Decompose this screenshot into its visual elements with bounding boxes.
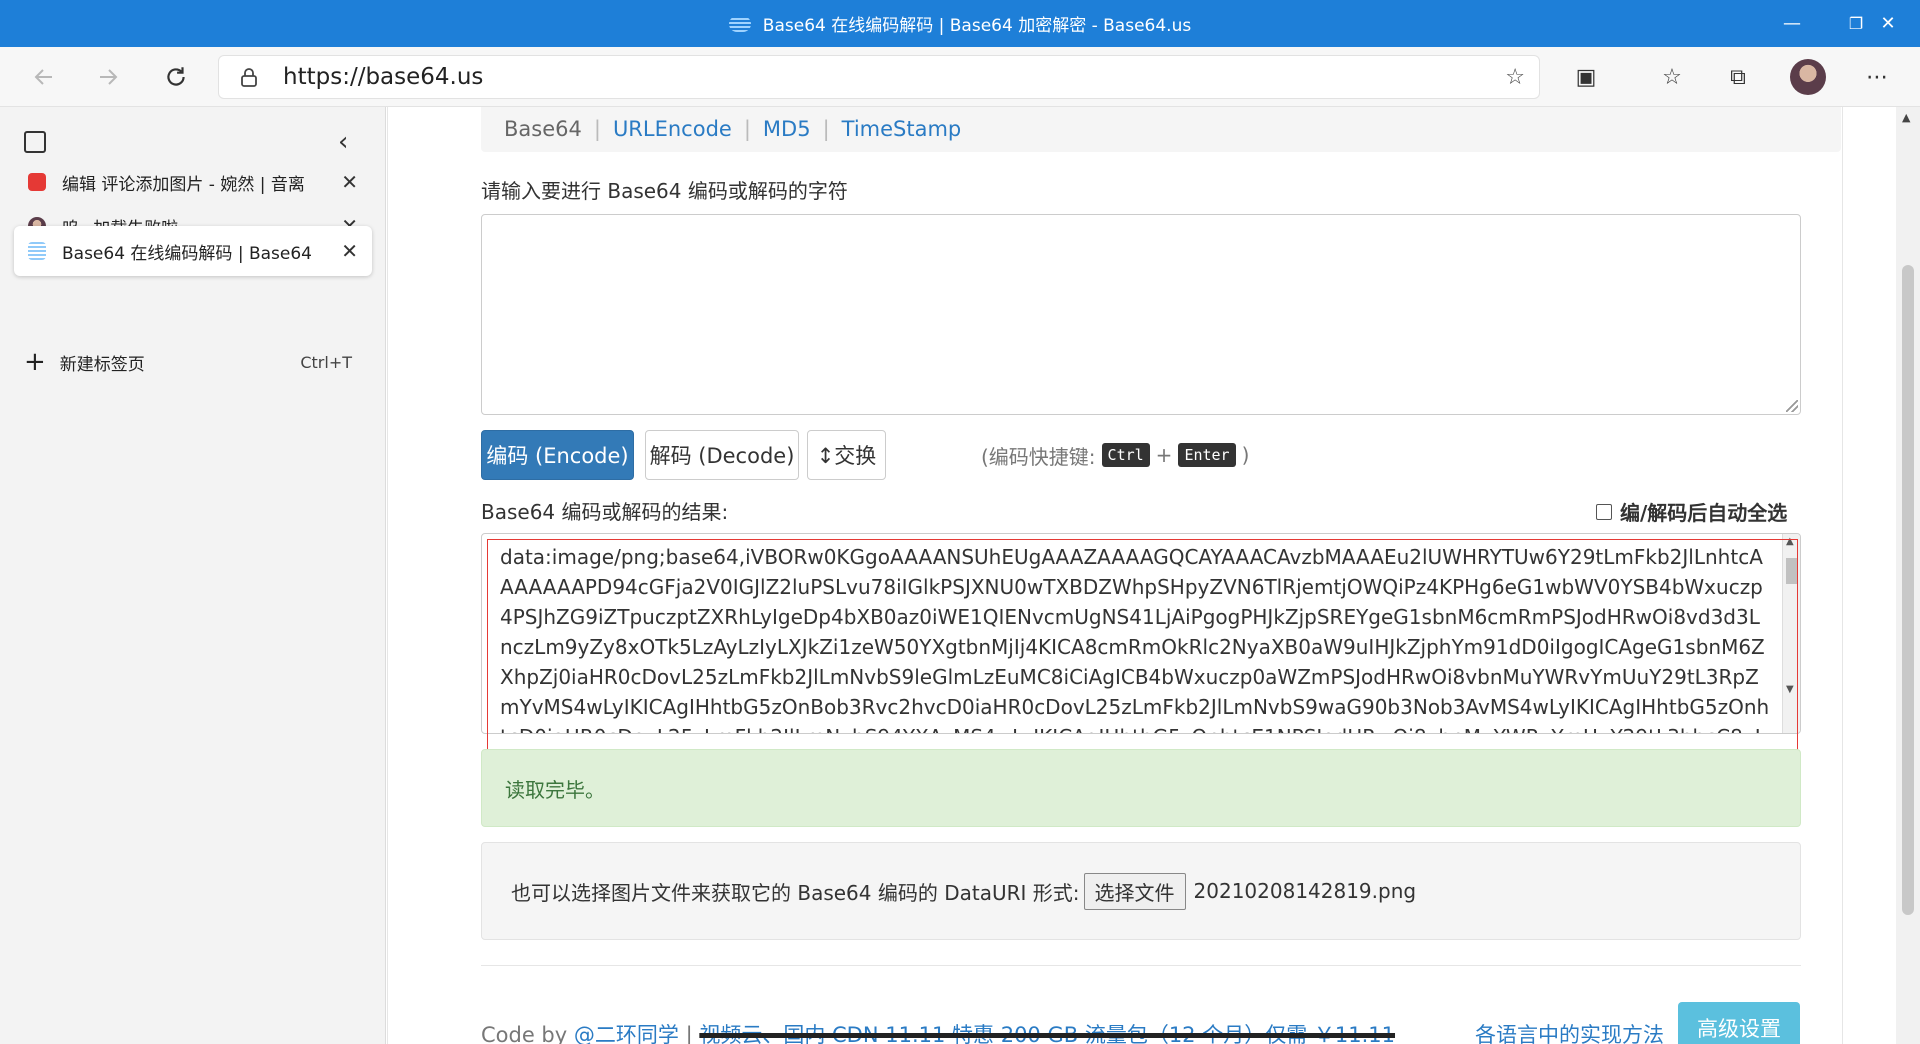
scroll-up-icon[interactable]: ▲ [1902,111,1910,124]
shortcut-hint: (编码快捷键: Ctrl + Enter ) [981,437,1249,473]
arrow-left-icon [34,69,52,85]
nav-separator: | [593,116,601,141]
browser-toolbar: https://base64.us ☆ ▣ ☆ ⧉ ⋯ [0,47,1920,107]
web-page: Base64 | URLEncode | MD5 | TimeStamp 请输入… [387,107,1896,1044]
tab-title: 编辑 评论添加图片 - 婉然 | 音离 [62,174,305,195]
input-textarea[interactable] [481,214,1801,415]
close-window-button[interactable]: ✕ [1856,0,1920,47]
key-ctrl: Ctrl [1101,443,1150,467]
nav-urlencode[interactable]: URLEncode [613,117,732,141]
resize-grip-icon[interactable] [1786,400,1798,412]
more-icon: ⋯ [1866,64,1888,90]
close-tab-icon[interactable]: ✕ [341,239,358,263]
tab-favicon-icon [28,173,46,191]
decode-button[interactable]: 解码 (Decode) [645,430,799,480]
forward-button[interactable] [88,57,128,97]
collections-button[interactable]: ▣ [1566,59,1606,95]
collections-icon-button[interactable]: ⧉ [1718,59,1758,95]
address-bar[interactable]: https://base64.us ☆ [218,55,1540,99]
encode-button[interactable]: 编码 (Encode) [481,430,634,480]
back-button[interactable] [24,57,64,97]
footer-credits: Code by @二环同学 | 视频云、国内 CDN 11.11 特惠 200 … [481,1019,1395,1044]
minimize-button[interactable]: — [1760,0,1824,47]
add-favorite-icon[interactable]: ☆ [1505,65,1525,90]
shortcut-suffix: ) [1241,443,1250,467]
site-favicon-icon [728,15,751,32]
shortcut-plus: + [1155,443,1173,467]
page-scroll-thumb[interactable] [1902,265,1914,915]
nav-separator: | [822,116,830,141]
nav-separator: | [743,116,751,141]
tab-favicon-icon [28,242,46,260]
nav-base64[interactable]: Base64 [504,117,582,141]
file-name: 20210208142819.png [1193,879,1417,903]
tool-nav: Base64 | URLEncode | MD5 | TimeStamp [481,107,1841,152]
status-alert: 读取完毕。 [481,749,1801,827]
new-tab-shortcut: Ctrl+T [300,352,352,372]
favorites-star-icon: ☆ [1662,64,1682,90]
tab-title: Base64 在线编码解码 | Base64 加 [62,243,312,264]
settings-more-button[interactable]: ⋯ [1857,59,1897,95]
key-enter: Enter [1178,443,1236,467]
window-title-bar: Base64 在线编码解码 | Base64 加密解密 - Base64.us … [0,0,1920,47]
sidebar-tab-item[interactable]: 编辑 评论添加图片 - 婉然 | 音离 ✕ [14,157,372,207]
lock-icon [241,68,257,87]
input-label: 请输入要进行 Base64 编码或解码的字符 [481,179,848,203]
author-link[interactable]: @二环同学 [574,1023,679,1044]
choose-file-button[interactable]: 选择文件 [1083,872,1186,910]
footer-divider: | [685,1023,693,1044]
collapse-sidebar-icon[interactable]: ‹ [338,127,348,157]
profile-avatar[interactable] [1790,59,1826,95]
extension-icon: ▣ [1575,64,1597,90]
close-icon: ✕ [1880,13,1896,34]
vertical-tabs-sidebar: ‹ 编辑 评论添加图片 - 婉然 | 音离 ✕ 呜~加载失败啦 ✕ Base64… [0,107,386,1044]
new-tab-label: 新建标签页 [59,354,145,375]
shortcut-prefix: (编码快捷键: [981,444,1096,469]
nav-md5[interactable]: MD5 [763,117,811,141]
main-container: Base64 | URLEncode | MD5 | TimeStamp 请输入… [387,107,1843,1044]
favorites-button[interactable]: ☆ [1652,59,1692,95]
tab-actions-icon[interactable] [24,131,46,153]
promo-link[interactable]: 视频云、国内 CDN 11.11 特惠 200 GB 流量包（12 个月）仅需 … [699,1023,1395,1044]
window-title-text: Base64 在线编码解码 | Base64 加密解密 - Base64.us [762,16,1192,36]
swap-button[interactable]: ↕交换 [807,430,886,480]
sidebar-tab-item-active[interactable]: Base64 在线编码解码 | Base64 加 ✕ [14,226,372,276]
collections-icon: ⧉ [1730,64,1746,90]
nav-timestamp[interactable]: TimeStamp [842,117,962,141]
auto-select-checkbox[interactable]: 编/解码后自动全选 [1596,497,1787,526]
file-prompt: 也可以选择图片文件来获取它的 Base64 编码的 DataURI 形式: [511,880,1080,905]
checkbox-icon[interactable] [1596,503,1612,520]
highlight-box [487,539,1798,752]
page-scrollbar[interactable]: ▲ [1896,107,1920,1044]
close-tab-icon[interactable]: ✕ [341,170,358,194]
implementation-link[interactable]: 各语言中的实现方法 [1475,1019,1664,1044]
file-select-panel: 也可以选择图片文件来获取它的 Base64 编码的 DataURI 形式: 选择… [481,842,1801,940]
code-by-label: Code by [481,1023,568,1044]
new-tab-button[interactable]: + 新建标签页 Ctrl+T [24,347,364,377]
window-title: Base64 在线编码解码 | Base64 加密解密 - Base64.us [0,0,1920,47]
refresh-icon [167,67,185,86]
divider [481,965,1801,966]
advanced-settings-button[interactable]: 高级设置 [1678,1002,1800,1044]
auto-select-label: 编/解码后自动全选 [1620,501,1788,525]
plus-icon: + [24,347,46,377]
result-label: Base64 编码或解码的结果: [481,500,729,524]
url-text[interactable]: https://base64.us [283,56,483,98]
arrow-right-icon [100,69,118,85]
refresh-button[interactable] [156,57,196,97]
